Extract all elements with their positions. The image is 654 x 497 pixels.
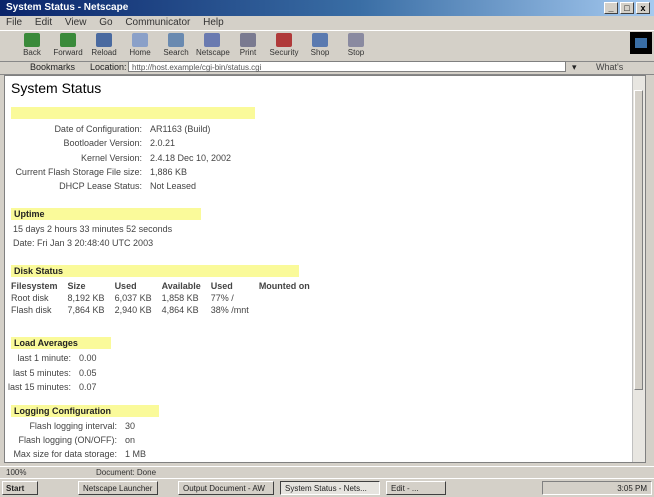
maximize-button[interactable]: □ xyxy=(620,2,634,14)
menu-go[interactable]: Go xyxy=(99,17,112,28)
version-row: Kernel Version: 2.4.18 Dec 10, 2002 xyxy=(80,153,232,163)
netscape-button[interactable]: Netscape xyxy=(196,33,230,57)
menu-view[interactable]: View xyxy=(65,17,87,28)
table-row: Root disk 8,192 KB 6,037 KB 1,858 KB 77% / xyxy=(11,293,234,303)
load-row: last 1 minute: 0.00 xyxy=(17,353,97,363)
logging-row: Flash logging interval: 30 xyxy=(29,421,136,431)
shop-button[interactable]: Shop xyxy=(304,33,336,57)
clock: 3:05 PM xyxy=(617,484,647,493)
home-label: Home xyxy=(129,48,151,57)
reload-label: Reload xyxy=(91,48,117,57)
column-header: Mounted on xyxy=(258,281,310,291)
uptime-value: 15 days 2 hours 33 minutes 52 seconds xyxy=(13,224,173,234)
page-title: System Status xyxy=(11,80,102,96)
location-label: Location: xyxy=(90,62,127,72)
page-content: System Status Date of Configuration: AR11… xyxy=(4,75,646,463)
shop-icon xyxy=(312,33,328,47)
security-label: Security xyxy=(269,48,299,57)
security-button[interactable]: Security xyxy=(268,33,300,57)
column-header: Available xyxy=(161,281,201,291)
search-label: Search xyxy=(163,48,189,57)
minimize-button[interactable]: _ xyxy=(604,2,618,14)
column-header: Used xyxy=(114,281,137,291)
shop-label: Shop xyxy=(310,48,330,57)
taskbar-item[interactable]: Edit - ... xyxy=(386,481,446,495)
version-row: Current Flash Storage File size: 1,886 KB xyxy=(15,167,188,177)
load-row: last 15 minutes: 0.07 xyxy=(7,382,97,392)
uptime-section-header: Uptime xyxy=(11,208,201,220)
back-icon xyxy=(24,33,40,47)
menu-edit[interactable]: Edit xyxy=(35,17,52,28)
back-button[interactable]: Back xyxy=(16,33,48,57)
taskbar-item[interactable]: Netscape Launcher xyxy=(78,481,158,495)
window-controls: _ □ x xyxy=(604,2,650,14)
search-icon xyxy=(168,33,184,47)
version-row: Bootloader Version: 2.0.21 xyxy=(63,138,176,148)
system-tray: 3:05 PM xyxy=(542,481,652,495)
stop-label: Stop xyxy=(347,48,365,57)
version-section-header xyxy=(11,107,255,119)
version-row: Date of Configuration: AR1163 (Build) xyxy=(54,124,211,134)
column-header: Size xyxy=(67,281,86,291)
window-title: System Status - Netscape xyxy=(6,2,129,13)
security-icon xyxy=(276,33,292,47)
start-button[interactable]: Start xyxy=(2,481,38,495)
reload-icon xyxy=(96,33,112,47)
home-button[interactable]: Home xyxy=(124,33,156,57)
dropdown-arrow-icon[interactable]: ▾ xyxy=(572,60,577,74)
menu-bar: File Edit View Go Communicator Help xyxy=(0,16,654,30)
forward-icon xyxy=(60,33,76,47)
window-titlebar[interactable]: System Status - Netscape _ □ x xyxy=(0,0,654,16)
forward-button[interactable]: Forward xyxy=(52,33,84,57)
vertical-scrollbar[interactable] xyxy=(632,76,645,462)
stop-icon xyxy=(348,33,364,47)
load-row: last 5 minutes: 0.05 xyxy=(12,368,97,378)
navigation-toolbar: Back Forward Reload Home Search Netscape… xyxy=(0,30,654,62)
home-icon xyxy=(132,33,148,47)
taskbar-item-active[interactable]: System Status - Nets... xyxy=(280,481,380,495)
forward-label: Forward xyxy=(53,48,83,57)
taskbar-item[interactable]: Output Document - AW xyxy=(178,481,274,495)
taskbar: Start Netscape Launcher Output Document … xyxy=(0,478,654,497)
menu-file[interactable]: File xyxy=(6,17,22,28)
version-row: DHCP Lease Status: Not Leased xyxy=(59,181,197,191)
disk-table: Filesystem Size Used Available Used Moun… xyxy=(11,280,320,316)
logging-row: Max size for data storage: 1 MB xyxy=(13,449,147,459)
print-button[interactable]: Print xyxy=(232,33,264,57)
column-header: Used xyxy=(210,281,233,291)
table-header-row: Filesystem Size Used Available Used Moun… xyxy=(11,280,320,292)
location-bar: Bookmarks Location: http://host.example/… xyxy=(0,60,654,86)
logging-section-header: Logging Configuration xyxy=(11,405,159,417)
netscape-icon xyxy=(204,33,220,47)
close-button[interactable]: x xyxy=(636,2,650,14)
column-header: Filesystem xyxy=(11,281,58,291)
back-label: Back xyxy=(23,48,41,57)
print-label: Print xyxy=(239,48,257,57)
table-row: Flash disk 7,864 KB 2,940 KB 4,864 KB 38% /m… xyxy=(11,305,249,315)
url-input[interactable]: http://host.example/cgi-bin/status.cgi xyxy=(128,61,566,72)
menu-communicator[interactable]: Communicator xyxy=(125,17,190,28)
uptime-date: Date: Fri Jan 3 20:48:40 UTC 2003 xyxy=(13,238,154,248)
bookmarks-button[interactable]: Bookmarks xyxy=(30,60,75,74)
netscape-label: Netscape xyxy=(196,48,230,57)
scrollbar-thumb[interactable] xyxy=(634,90,643,390)
print-icon xyxy=(240,33,256,47)
logging-row: Flash logging (ON/OFF): on xyxy=(18,435,136,445)
search-button[interactable]: Search xyxy=(160,33,192,57)
menu-help[interactable]: Help xyxy=(203,17,224,28)
reload-button[interactable]: Reload xyxy=(88,33,120,57)
netscape-logo xyxy=(630,32,652,54)
stop-button[interactable]: Stop xyxy=(340,33,372,57)
disk-section-header: Disk Status xyxy=(11,265,299,277)
load-section-header: Load Averages xyxy=(11,337,111,349)
